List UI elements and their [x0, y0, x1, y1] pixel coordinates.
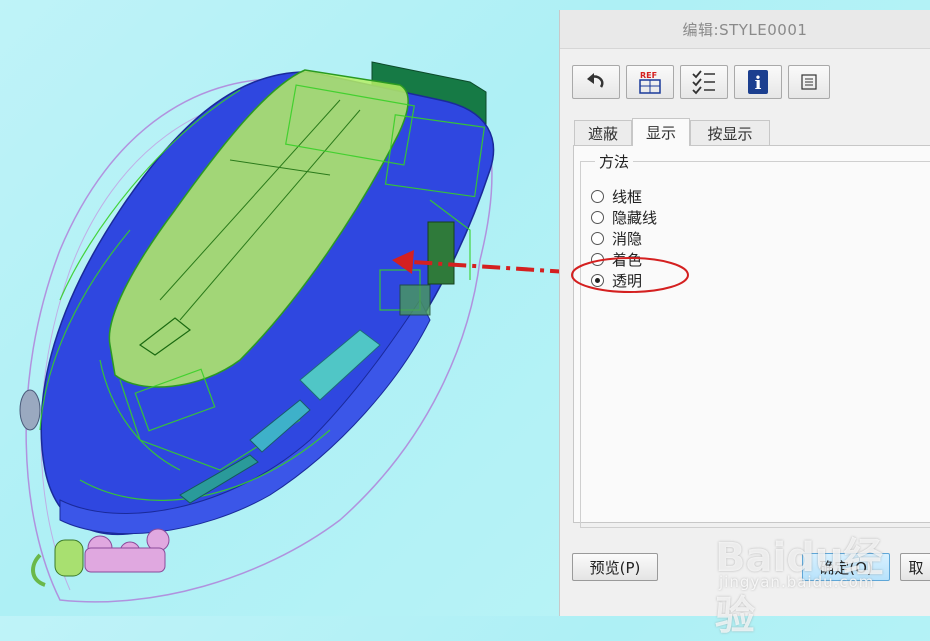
- method-group: 方法 线框 隐藏线 消隐 着色 透明: [580, 151, 930, 528]
- info-icon: i: [748, 70, 768, 94]
- dialog-title: 编辑:STYLE0001: [682, 20, 808, 39]
- svg-text:i: i: [755, 73, 762, 94]
- svg-text:REF: REF: [640, 71, 657, 80]
- radio-hidden-line[interactable]: 隐藏线: [591, 207, 657, 227]
- radio-circle[interactable]: [591, 231, 604, 245]
- ok-button[interactable]: 确定(O): [802, 553, 890, 581]
- radio-wireframe[interactable]: 线框: [591, 186, 642, 206]
- radio-no-hidden[interactable]: 消隐: [591, 228, 642, 248]
- radio-shading[interactable]: 着色: [591, 249, 642, 269]
- undo-button[interactable]: [572, 65, 620, 99]
- preview-button[interactable]: 预览(P): [572, 553, 658, 581]
- undo-icon: [587, 73, 604, 88]
- tab-display[interactable]: 显示: [632, 118, 690, 146]
- cancel-button[interactable]: 取: [900, 553, 930, 581]
- transparent-model-render: [19, 61, 560, 603]
- radio-circle[interactable]: [591, 210, 604, 224]
- list-icon: [801, 74, 817, 90]
- tab-by-display[interactable]: 按显示: [690, 120, 770, 146]
- ref-icon: REF: [639, 71, 661, 94]
- 3d-viewport[interactable]: [0, 0, 560, 616]
- radio-circle[interactable]: [591, 189, 604, 203]
- info-button[interactable]: i: [734, 65, 782, 99]
- edit-style-dialog: 编辑:STYLE0001 REF i 遮蔽 显示 按显示 方法 线框 隐藏线 消…: [559, 10, 930, 616]
- list-button[interactable]: [788, 65, 830, 99]
- dialog-titlebar[interactable]: 编辑:STYLE0001: [560, 10, 930, 49]
- radio-circle[interactable]: [591, 252, 604, 266]
- tab-mask[interactable]: 遮蔽: [574, 120, 632, 146]
- display-panel: 方法 线框 隐藏线 消隐 着色 透明: [573, 145, 930, 528]
- checklist-button[interactable]: [680, 65, 728, 99]
- radio-transparent[interactable]: 透明: [591, 270, 642, 290]
- checklist-icon: [692, 70, 715, 95]
- ref-button[interactable]: REF: [626, 65, 674, 99]
- radio-circle-selected[interactable]: [591, 273, 604, 287]
- method-group-title: 方法: [595, 151, 634, 172]
